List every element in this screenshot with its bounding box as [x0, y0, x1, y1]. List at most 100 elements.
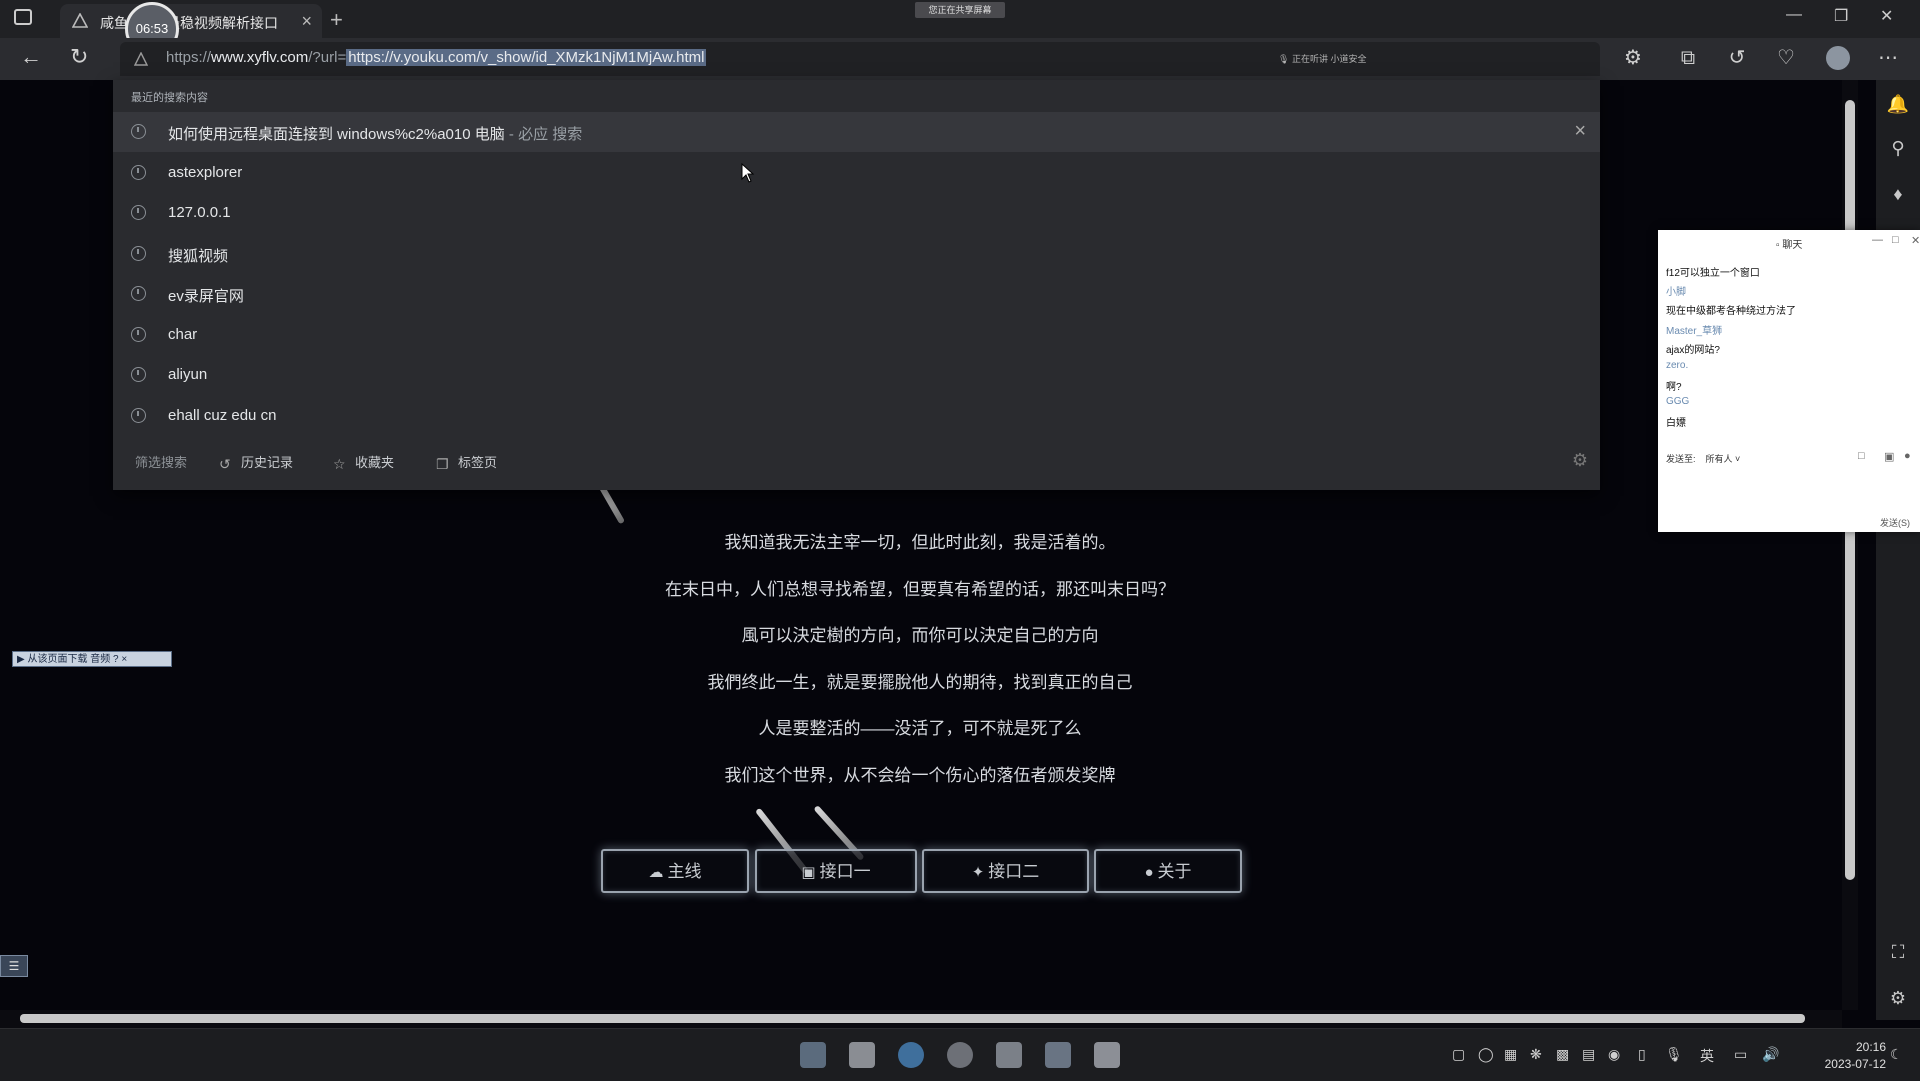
settings-gear-icon[interactable]: ⚙ — [1878, 988, 1918, 1009]
api-one-button[interactable]: ▣ 接口一 — [755, 849, 917, 893]
suggestion-item[interactable]: 搜狐视频 — [113, 234, 1600, 274]
about-button[interactable]: ● 关于 — [1094, 849, 1242, 893]
battery-icon[interactable]: ▯ — [1638, 1046, 1646, 1063]
star-icon: ☆ — [333, 456, 346, 472]
listening-status: 🎙 正在听讲 小道安全 — [1278, 54, 1367, 64]
quote-line: 我们这个世界，从不会给一个伤心的落伍者颁发奖牌 — [724, 766, 1116, 785]
microphone-icon[interactable]: 🎙 — [1665, 1046, 1683, 1063]
edge-browser-icon[interactable] — [898, 1042, 924, 1068]
history-clock-icon — [131, 165, 146, 180]
app-icon[interactable] — [996, 1042, 1022, 1068]
mainline-button[interactable]: ☁ 主线 — [601, 849, 749, 893]
tray-app-icon[interactable]: ❋ — [1530, 1046, 1542, 1063]
start-icon[interactable] — [800, 1042, 826, 1068]
health-icon[interactable]: ♡ — [1774, 46, 1798, 70]
chrome-icon[interactable] — [947, 1042, 973, 1068]
document-icon[interactable] — [1094, 1042, 1120, 1068]
suggestion-item[interactable]: aliyun — [113, 355, 1600, 395]
input-method-indicator[interactable]: 英 — [1700, 1046, 1714, 1066]
user-icon: ● — [1144, 864, 1154, 881]
file-icon[interactable]: □ — [1858, 450, 1865, 462]
quote-line: 人是要整活的——没活了，可不就是死了么 — [758, 719, 1082, 738]
search-icon[interactable]: ⚲ — [1878, 138, 1918, 159]
horizontal-scroll-thumb[interactable] — [20, 1014, 1805, 1023]
chat-sender: GGG — [1666, 396, 1690, 407]
suggestion-item[interactable]: 如何使用远程桌面连接到 windows%c2%a010 电脑 - 必应 搜索 × — [113, 112, 1600, 152]
profile-avatar[interactable] — [1826, 46, 1850, 70]
tab-actions-icon[interactable] — [14, 9, 32, 25]
history-icon: ↺ — [219, 456, 231, 472]
history-clock-icon — [131, 124, 146, 139]
user-icon[interactable]: ● — [1904, 450, 1911, 462]
suggestion-item[interactable]: ehall cuz edu cn — [113, 396, 1600, 436]
suggestion-item[interactable]: char — [113, 315, 1600, 355]
chat-window: ▫ 聊天 — □ ✕ f12可以独立一个窗口 小脚 现在中级都考各种绕过方法了 … — [1658, 230, 1920, 532]
refresh-icon[interactable]: ↻ — [70, 44, 88, 70]
tray-app-icon[interactable]: ▦ — [1504, 1046, 1517, 1063]
chat-maximize-icon[interactable]: □ — [1892, 234, 1899, 246]
suggestion-item[interactable]: 127.0.0.1 — [113, 193, 1600, 233]
chat-close-icon[interactable]: ✕ — [1911, 234, 1920, 247]
history-icon[interactable]: ↺ — [1725, 46, 1749, 70]
extensions-icon[interactable]: ⚙ — [1621, 46, 1645, 70]
tab-close-icon[interactable]: × — [301, 11, 312, 32]
screenshot-icon[interactable]: ⛶ — [1878, 942, 1918, 963]
new-tab-button[interactable]: + — [330, 7, 343, 33]
edge-sidebar — [1876, 80, 1920, 1020]
screen-share-banner[interactable]: 您正在共享屏幕 — [915, 2, 1005, 18]
notification-icon[interactable]: ☾ — [1890, 1046, 1903, 1063]
notification-bell-icon[interactable]: 🔔 — [1878, 94, 1918, 115]
chat-minimize-icon[interactable]: — — [1872, 234, 1883, 246]
collections-icon[interactable]: ⧉ — [1676, 46, 1700, 70]
quote-line: 我知道我无法主宰一切，但此时此刻，我是活着的。 — [724, 533, 1116, 552]
gamepad-icon: ▣ — [801, 864, 816, 881]
chat-message: f12可以独立一个窗口 — [1666, 268, 1760, 279]
tray-app-icon[interactable]: ◯ — [1478, 1046, 1494, 1063]
paw-icon: ✦ — [971, 864, 985, 881]
close-window-icon[interactable]: ✕ — [1880, 6, 1893, 26]
quote-line: 我們终此一生，就是要擺脫他人的期待，找到真正的自己 — [707, 673, 1133, 692]
tray-app-icon[interactable]: ▤ — [1582, 1046, 1595, 1063]
suggestion-item[interactable]: ev录屏官网 — [113, 274, 1600, 314]
tray-app-icon[interactable]: ▢ — [1452, 1046, 1465, 1063]
chat-title: ▫ 聊天 — [1776, 240, 1803, 251]
tag-icon[interactable]: ♦ — [1878, 184, 1918, 205]
filter-tabs[interactable]: ❐ 标签页 — [436, 452, 497, 472]
tray-app-icon[interactable]: ◉ — [1608, 1046, 1620, 1063]
history-clock-icon — [131, 367, 146, 382]
photos-icon[interactable] — [1045, 1042, 1071, 1068]
remove-suggestion-icon[interactable]: × — [1574, 120, 1586, 143]
sidebar-toggle-icon[interactable]: ☰ — [0, 955, 28, 977]
tray-app-icon[interactable]: ▩ — [1556, 1046, 1569, 1063]
clock-date[interactable]: 2023-07-12 — [1806, 1057, 1886, 1071]
site-info-icon[interactable] — [134, 52, 148, 66]
api-two-button[interactable]: ✦ 接口二 — [922, 849, 1089, 893]
filter-history[interactable]: ↺ 历史记录 — [219, 452, 293, 472]
url-selection[interactable]: https://v.youku.com/v_show/id_XMzk1NjM1M… — [346, 49, 707, 66]
chat-sender: zero. — [1666, 360, 1689, 371]
browser-tab[interactable]: 咸鱼 最稳视频解析接口 × — [60, 4, 322, 38]
back-arrow-icon[interactable]: ← — [20, 44, 42, 70]
suggestion-item[interactable]: astexplorer — [113, 153, 1600, 193]
history-clock-icon — [131, 205, 146, 220]
chat-sender: 小脚 — [1666, 287, 1686, 298]
send-button[interactable]: 发送(S) — [1880, 516, 1910, 529]
chat-message: ajax的网站? — [1666, 345, 1720, 356]
volume-icon[interactable]: 🔊 — [1762, 1046, 1779, 1063]
download-audio-tooltip[interactable]: ▶ 从该页面下载 音频 ? × — [12, 651, 172, 667]
url-text[interactable]: https://www.xyflv.com/?url= https://v.you… — [166, 49, 707, 66]
filter-favorites[interactable]: ☆ 收藏夹 — [333, 452, 394, 472]
screenshot-icon[interactable]: ▣ — [1884, 450, 1894, 463]
recent-searches-header: 最近的搜索内容 — [131, 92, 208, 104]
quote-line: 風可以決定樹的方向，而你可以決定自己的方向 — [741, 626, 1099, 645]
file-explorer-icon[interactable] — [849, 1042, 875, 1068]
maximize-icon[interactable]: ❐ — [1834, 6, 1848, 26]
minimize-icon[interactable]: — — [1786, 6, 1802, 24]
send-to-selector[interactable]: 发送至: 所有人 ˅ — [1666, 452, 1740, 465]
clock-time[interactable]: 20:16 — [1842, 1040, 1886, 1054]
chat-message: 现在中级都考各种绕过方法了 — [1666, 306, 1796, 317]
settings-gear-icon[interactable]: ⚙ — [1572, 450, 1588, 471]
network-icon[interactable]: ▭ — [1734, 1046, 1747, 1063]
more-menu-icon[interactable]: ⋯ — [1876, 46, 1900, 70]
site-favicon-icon — [72, 13, 88, 28]
